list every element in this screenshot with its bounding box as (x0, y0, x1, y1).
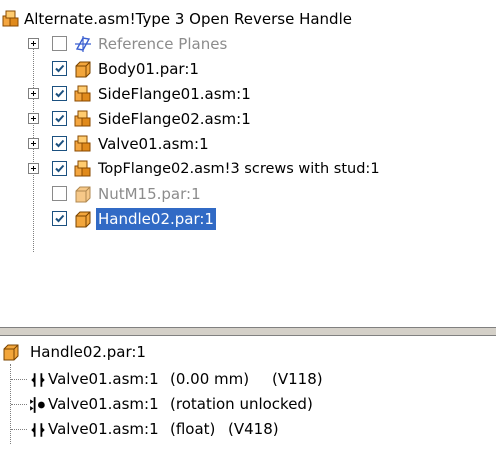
relationship-target: Valve01.asm:1 (48, 395, 159, 413)
tree-item-label: SideFlange01.asm:1 (98, 85, 251, 103)
part-icon (75, 211, 91, 228)
tree-root[interactable]: Alternate.asm!Type 3 Open Reverse Handle (0, 8, 496, 30)
mate-relationship-icon (31, 373, 45, 387)
visibility-checkbox[interactable] (52, 61, 67, 76)
relationship-row[interactable]: Valve01.asm:1 (rotation unlocked) (0, 393, 496, 415)
visibility-checkbox[interactable] (52, 186, 67, 201)
reference-planes-icon (75, 36, 91, 52)
relationship-version: (V118) (272, 370, 323, 388)
part-icon (3, 344, 19, 361)
details-title: Handle02.par:1 (30, 343, 146, 361)
tree-item-label-selected: Handle02.par:1 (96, 208, 216, 230)
tree-item-label: Valve01.asm:1 (98, 135, 209, 153)
assembly-tree: Alternate.asm!Type 3 Open Reverse Handle… (0, 0, 496, 327)
tree-item-label: NutM15.par:1 (98, 185, 201, 203)
mate-relationship-icon (31, 423, 45, 437)
relationship-row[interactable]: Valve01.asm:1 (0.00 mm) (V118) (0, 368, 496, 390)
part-icon (75, 61, 91, 78)
assembly-icon (74, 110, 91, 127)
relationship-offset: (0.00 mm) (170, 370, 250, 388)
relationship-pane: Handle02.par:1 Valve01.asm:1 (0.00 mm) (… (0, 336, 496, 467)
relationship-offset: (float) (170, 420, 216, 438)
relationship-row[interactable]: Valve01.asm:1 (float) (V418) (0, 418, 496, 440)
tree-item-topflange02[interactable]: TopFlange02.asm!3 screws with stud:1 (0, 158, 496, 180)
visibility-checkbox[interactable] (52, 111, 67, 126)
axial-align-relationship-icon (30, 397, 45, 413)
tree-item-reference-planes[interactable]: Reference Planes (0, 33, 496, 55)
relationship-target: Valve01.asm:1 (48, 370, 159, 388)
tree-item-sideflange01[interactable]: SideFlange01.asm:1 (0, 83, 496, 105)
tree-item-valve01[interactable]: Valve01.asm:1 (0, 133, 496, 155)
tree-connector (11, 429, 27, 431)
visibility-checkbox[interactable] (52, 161, 67, 176)
pane-splitter[interactable] (0, 327, 496, 336)
visibility-checkbox[interactable] (52, 86, 67, 101)
tree-item-nutm15[interactable]: NutM15.par:1 (0, 183, 496, 205)
relationship-version: (V418) (228, 420, 279, 438)
expand-toggle[interactable] (28, 88, 39, 99)
visibility-checkbox[interactable] (52, 136, 67, 151)
assembly-icon (74, 135, 91, 152)
expand-toggle[interactable] (28, 138, 39, 149)
tree-item-handle02[interactable]: Handle02.par:1 (0, 208, 496, 230)
visibility-checkbox[interactable] (52, 211, 67, 226)
tree-item-label: Body01.par:1 (98, 60, 199, 78)
tree-connector (11, 379, 27, 381)
visibility-checkbox[interactable] (52, 36, 67, 51)
tree-item-sideflange02[interactable]: SideFlange02.asm:1 (0, 108, 496, 130)
tree-item-label: Reference Planes (98, 35, 228, 53)
tree-root-label: Alternate.asm!Type 3 Open Reverse Handle (24, 10, 352, 28)
tree-item-label: SideFlange02.asm:1 (98, 110, 251, 128)
assembly-icon (74, 160, 91, 177)
relationship-detail: (rotation unlocked) (170, 395, 313, 413)
assembly-icon (2, 10, 19, 27)
expand-toggle[interactable] (28, 38, 39, 49)
assembly-icon (74, 85, 91, 102)
expand-toggle[interactable] (28, 163, 39, 174)
details-title-row[interactable]: Handle02.par:1 (0, 341, 496, 363)
expand-toggle[interactable] (28, 113, 39, 124)
tree-connector (11, 404, 27, 406)
tree-item-label: TopFlange02.asm!3 screws with stud:1 (98, 161, 380, 177)
part-icon (75, 186, 91, 203)
tree-item-body01[interactable]: Body01.par:1 (0, 58, 496, 80)
relationship-target: Valve01.asm:1 (48, 420, 159, 438)
